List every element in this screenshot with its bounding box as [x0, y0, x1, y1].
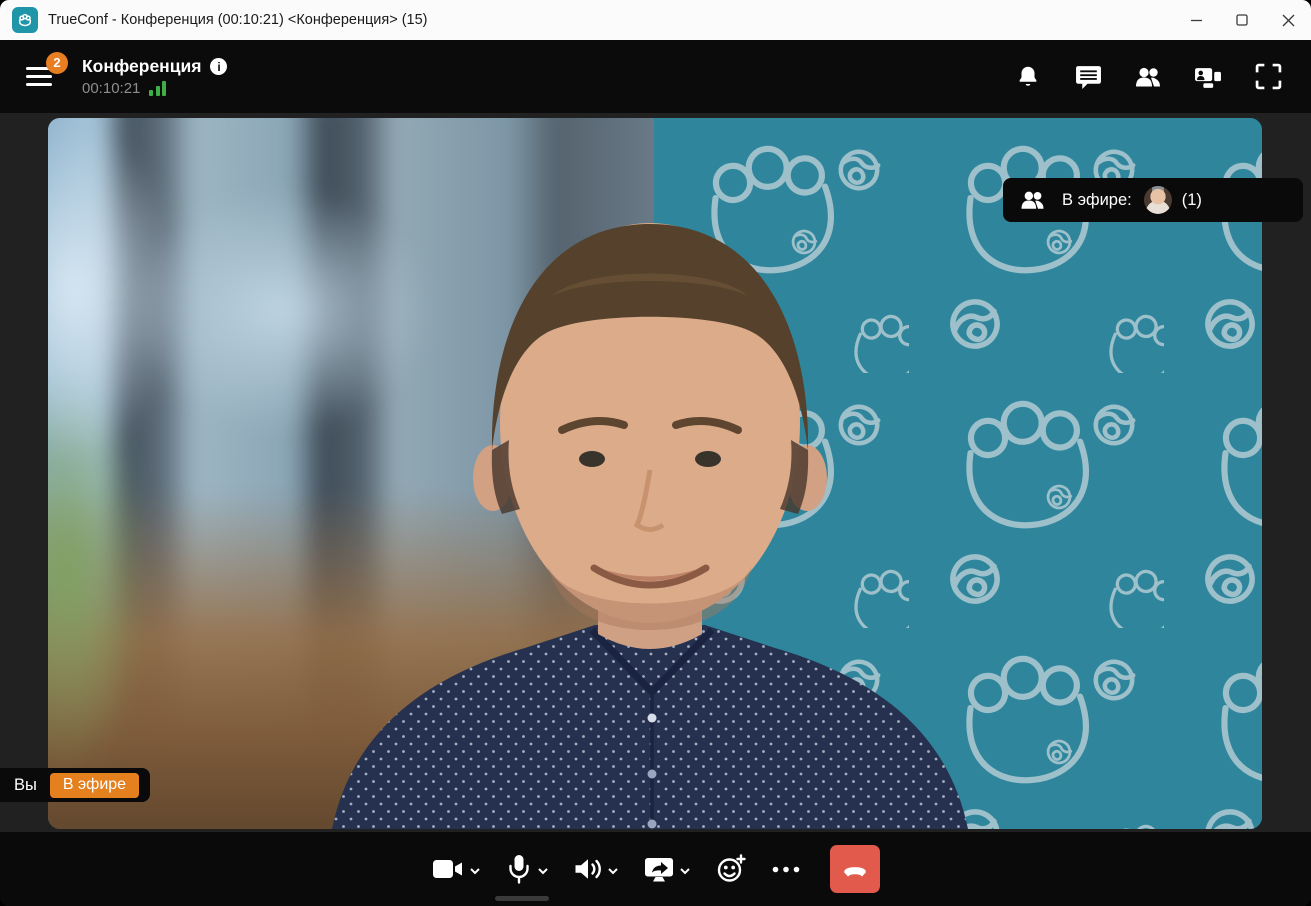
speaker-person — [280, 178, 1020, 829]
fullscreen-icon[interactable] — [1253, 62, 1283, 92]
menu-button[interactable]: 2 — [26, 63, 56, 91]
self-name-badge: Вы В эфире — [0, 768, 150, 802]
speaker-button[interactable] — [574, 856, 618, 882]
close-button[interactable] — [1265, 0, 1311, 40]
window-controls — [1173, 0, 1311, 40]
info-icon[interactable]: i — [210, 58, 227, 75]
conference-toolbar: 2 Конференция i 00:10:21 — [0, 40, 1311, 113]
reactions-smiley-icon — [716, 854, 746, 884]
more-dots-icon — [772, 866, 800, 873]
on-air-count: (1) — [1182, 191, 1202, 210]
more-button[interactable] — [772, 866, 800, 873]
app-window: TrueConf - Конференция (00:10:21) <Конфе… — [0, 0, 1311, 906]
microphone-icon — [506, 854, 532, 884]
on-air-label: В эфире: — [1062, 191, 1132, 210]
mic-level-indicator — [495, 896, 549, 901]
on-air-overlay[interactable]: В эфире: (1) — [1003, 178, 1303, 222]
chat-icon[interactable] — [1073, 62, 1103, 92]
notifications-bell-icon[interactable] — [1013, 62, 1043, 92]
menu-badge: 2 — [46, 52, 68, 74]
hangup-button[interactable] — [830, 845, 880, 893]
chevron-down-icon — [608, 868, 618, 875]
conference-info: Конференция i 00:10:21 — [82, 56, 227, 97]
call-control-bar — [0, 832, 1311, 906]
microphone-button[interactable] — [506, 854, 548, 884]
chevron-down-icon — [470, 868, 480, 875]
hangup-phone-icon — [841, 855, 869, 883]
reactions-button[interactable] — [716, 854, 746, 884]
camera-icon — [432, 857, 464, 881]
participant-avatar — [1144, 186, 1172, 214]
participants-icon — [1019, 189, 1046, 211]
screen-share-icon — [644, 856, 674, 883]
minimize-button[interactable] — [1173, 0, 1219, 40]
trueconf-logo-icon — [12, 7, 38, 33]
conference-title: Конференция — [82, 56, 201, 77]
chevron-down-icon — [538, 868, 548, 875]
video-stage: В эфире: (1) Вы В эфире — [0, 113, 1311, 832]
chevron-down-icon — [680, 868, 690, 875]
titlebar: TrueConf - Конференция (00:10:21) <Конфе… — [0, 0, 1311, 40]
participants-icon[interactable] — [1133, 62, 1163, 92]
speaker-icon — [574, 856, 602, 882]
conference-timer: 00:10:21 — [82, 80, 140, 97]
self-on-air-status: В эфире — [50, 773, 139, 798]
toolbar-actions — [1013, 62, 1283, 92]
connection-quality-icon — [149, 81, 166, 96]
camera-button[interactable] — [432, 857, 480, 881]
speaker-video-tile — [48, 118, 1262, 829]
video-layout-icon[interactable] — [1193, 62, 1223, 92]
window-title: TrueConf - Конференция (00:10:21) <Конфе… — [48, 12, 428, 28]
self-name: Вы — [14, 776, 37, 795]
maximize-button[interactable] — [1219, 0, 1265, 40]
screen-share-button[interactable] — [644, 856, 690, 883]
